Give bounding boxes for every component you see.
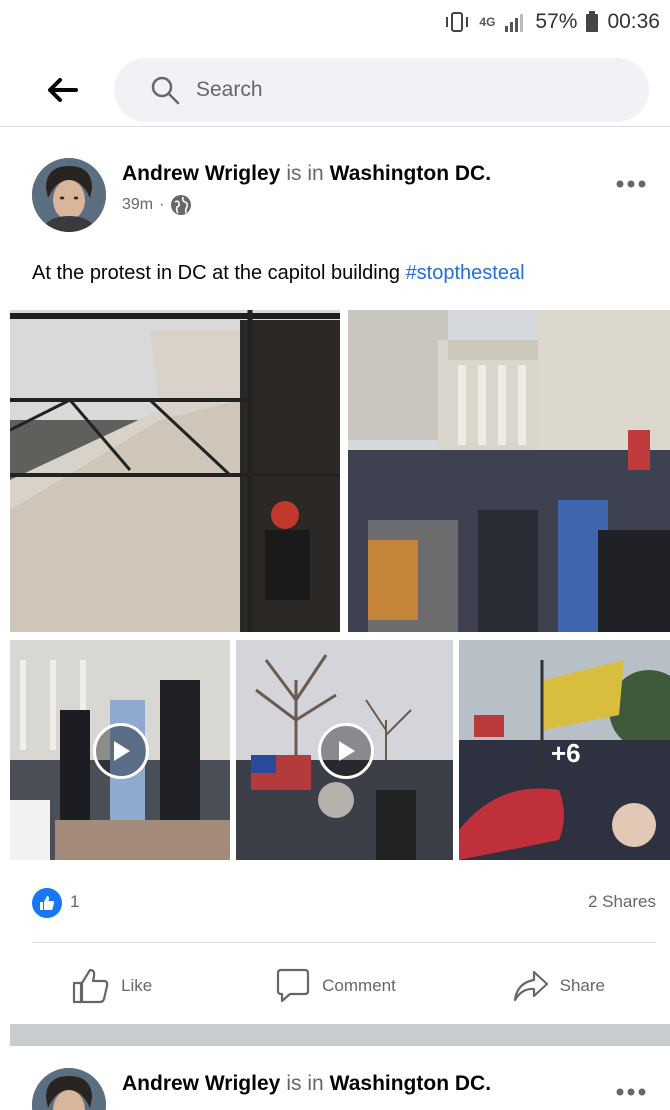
search-input[interactable]: [194, 77, 598, 103]
post-meta: 39m ·: [122, 194, 192, 216]
play-button[interactable]: [93, 723, 149, 779]
like-count[interactable]: 1: [70, 892, 79, 912]
author-line: Andrew Wrigley is in Washington DC.: [122, 1072, 491, 1096]
vibrate-icon: [443, 11, 471, 33]
play-button[interactable]: [318, 723, 374, 779]
comment-label: Comment: [322, 976, 396, 995]
avatar[interactable]: [32, 1068, 106, 1110]
photo-grid: +6: [0, 310, 670, 860]
top-bar: [0, 56, 670, 127]
share-icon: [513, 970, 548, 1002]
comment-icon: [277, 968, 310, 1003]
play-icon: [339, 741, 355, 761]
comment-button[interactable]: Comment: [223, 956, 446, 1016]
back-arrow-icon: [48, 78, 78, 102]
status-bar: 4G 57% 00:36: [0, 0, 670, 44]
more-icon: [616, 180, 646, 188]
like-reaction-badge[interactable]: [32, 888, 62, 918]
more-icon: [616, 1088, 646, 1096]
location-connector: is in: [286, 1072, 324, 1095]
divider: [32, 942, 656, 943]
hashtag-link[interactable]: #stopthesteal: [406, 262, 525, 284]
feed-separator: [10, 1024, 670, 1046]
battery-percent: 57%: [535, 10, 578, 33]
globe-icon: [171, 195, 192, 215]
search-bar[interactable]: [114, 58, 649, 122]
dot-separator: ·: [159, 196, 165, 213]
share-label: Share: [559, 976, 605, 995]
photo-1[interactable]: [10, 310, 340, 632]
next-post: Andrew Wrigley is in Washington DC.: [0, 1046, 670, 1110]
post-time[interactable]: 39m: [122, 196, 153, 214]
like-thumb-icon: [72, 968, 109, 1004]
author-line: Andrew Wrigley is in Washington DC.: [122, 162, 491, 186]
like-thumb-icon: [40, 896, 55, 910]
location-link[interactable]: Washington DC.: [330, 162, 491, 185]
author-name[interactable]: Andrew Wrigley: [122, 162, 280, 185]
battery-icon: [585, 11, 599, 33]
network-type: 4G: [479, 15, 496, 29]
like-button[interactable]: Like: [0, 956, 223, 1016]
search-icon: [150, 75, 180, 105]
post-text: At the protest in DC at the capitol buil…: [32, 262, 525, 285]
shares-count[interactable]: 2 Shares: [588, 892, 656, 912]
more-options-button[interactable]: [616, 1076, 646, 1102]
play-icon: [114, 741, 130, 761]
photo-5-more[interactable]: +6: [459, 640, 670, 860]
signal-icon: [503, 12, 527, 32]
post-actions: Like Comment Share: [0, 956, 670, 1016]
author-name[interactable]: Andrew Wrigley: [122, 1072, 280, 1095]
share-button[interactable]: Share: [447, 956, 670, 1016]
more-options-button[interactable]: [616, 168, 646, 194]
photo-2[interactable]: [348, 310, 670, 632]
location-connector: is in: [286, 162, 324, 185]
photo-3[interactable]: [10, 640, 230, 860]
avatar[interactable]: [32, 158, 106, 232]
like-label: Like: [121, 976, 153, 995]
more-photos-count: +6: [551, 738, 581, 768]
clock: 00:36: [607, 10, 660, 33]
location-link[interactable]: Washington DC.: [330, 1072, 491, 1095]
reaction-summary: 1 2 Shares: [0, 888, 670, 928]
photo-4[interactable]: [236, 640, 453, 860]
back-button[interactable]: [40, 70, 84, 110]
post-body: At the protest in DC at the capitol buil…: [32, 262, 400, 284]
